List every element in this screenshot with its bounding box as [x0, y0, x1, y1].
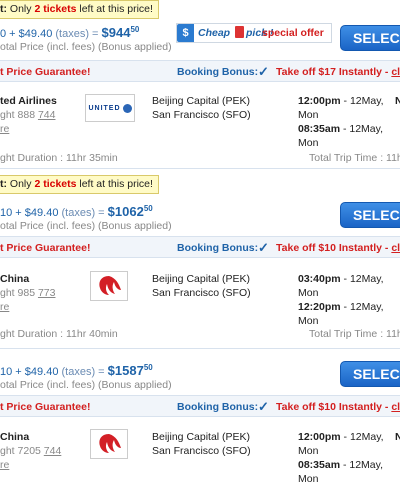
bonus-band: t Price Guarantee! Booking Bonus: ✓ Take…	[0, 395, 400, 417]
arrival-airport: San Francisco (SFO)	[152, 287, 251, 299]
divider	[0, 168, 400, 169]
seats-alert: t: Only 2 tickets left at this price!	[0, 0, 159, 19]
departure-day: Mon	[298, 287, 319, 299]
bonus-band: t Price Guarantee! Booking Bonus: ✓ Take…	[0, 60, 400, 82]
select-button[interactable]: SELEC	[340, 361, 400, 387]
cut-text: N	[395, 95, 400, 107]
seats-alert: t: Only 2 tickets left at this price!	[0, 175, 159, 194]
total-price: $944	[101, 25, 131, 40]
aircraft-link[interactable]: 773	[38, 287, 56, 299]
bonus-offer: Take off $10 Instantly - clic	[276, 242, 400, 254]
check-icon: ✓	[258, 64, 269, 79]
bonus-click-link[interactable]: clic	[391, 66, 400, 78]
departure-airport: Beijing Capital (PEK)	[152, 273, 251, 285]
flight-duration: ght Duration : 11hr 40min	[0, 328, 118, 340]
phoenix-icon	[99, 434, 121, 453]
aircraft-link[interactable]: 744	[44, 445, 62, 457]
select-button[interactable]: SELEC	[340, 25, 400, 51]
arrival-airport: San Francisco (SFO)	[152, 109, 251, 121]
airline-name: China	[0, 431, 30, 443]
price-sub: otal Price (incl. fees) (Bonus applied)	[0, 379, 172, 391]
arrival-day: Mon	[298, 473, 319, 484]
check-icon: ✓	[258, 240, 269, 255]
bonus-click-link[interactable]: clic	[391, 242, 400, 254]
departure-time: 12:00pm - 12May,	[298, 431, 384, 443]
flight-duration: ght Duration : 11hr 35min	[0, 152, 118, 164]
air-china-logo	[90, 429, 128, 459]
check-icon: ✓	[258, 399, 269, 414]
departure-airport: Beijing Capital (PEK)	[152, 95, 251, 107]
more-link[interactable]: re	[0, 123, 9, 135]
air-china-logo	[90, 271, 128, 301]
airline-name: China	[0, 273, 30, 285]
arrival-day: Mon	[298, 315, 319, 327]
booking-bonus-label: Booking Bonus:	[177, 401, 259, 413]
flight-number: ght 985 773	[0, 287, 56, 299]
shield-icon: $	[177, 24, 194, 42]
total-price: $1587	[107, 363, 144, 378]
booking-bonus-label: Booking Bonus:	[177, 242, 259, 254]
price-sub: otal Price (incl. fees) (Bonus applied)	[0, 41, 172, 53]
cheappick-badge[interactable]: $ Cheap pick ! special offer	[176, 23, 332, 43]
arrival-day: Mon	[298, 137, 319, 149]
airline-name: ted Airlines	[0, 95, 57, 107]
cut-text: N	[395, 431, 400, 443]
bonus-offer: Take off $17 Instantly - clic	[276, 66, 400, 78]
divider	[0, 348, 400, 349]
bonus-click-link[interactable]: clic	[391, 401, 400, 413]
booking-bonus-label: Booking Bonus:	[177, 66, 259, 78]
united-logo: UNITED	[85, 94, 135, 122]
price-line: 10 + $49.40 (taxes) = $106250	[0, 204, 153, 219]
bonus-band: t Price Guarantee! Booking Bonus: ✓ Take…	[0, 236, 400, 258]
total-trip-time: Total Trip Time : 11h	[309, 152, 400, 164]
arrival-time: 12:20pm - 12May,	[298, 301, 384, 313]
bonus-offer: Take off $10 Instantly - clic	[276, 401, 400, 413]
arrival-time: 08:35am - 12May,	[298, 123, 384, 135]
departure-airport: Beijing Capital (PEK)	[152, 431, 251, 443]
price-guarantee: t Price Guarantee!	[0, 66, 91, 78]
price-line: 0 + $49.40 (taxes) = $94450	[0, 25, 140, 40]
total-price: $1062	[107, 204, 144, 219]
more-link[interactable]: re	[0, 459, 9, 471]
price-sub: otal Price (incl. fees) (Bonus applied)	[0, 220, 172, 232]
departure-day: Mon	[298, 445, 319, 457]
flight-number: ght 7205 744	[0, 445, 62, 457]
more-link[interactable]: re	[0, 301, 9, 313]
select-button[interactable]: SELEC	[340, 202, 400, 228]
arrival-time: 08:35am - 12May,	[298, 459, 384, 471]
price-line: 10 + $49.40 (taxes) = $158750	[0, 363, 153, 378]
departure-time: 12:00pm - 12May,	[298, 95, 384, 107]
total-trip-time: Total Trip Time : 11h	[309, 328, 400, 340]
departure-day: Mon	[298, 109, 319, 121]
departure-time: 03:40pm - 12May,	[298, 273, 384, 285]
aircraft-link[interactable]: 744	[38, 109, 56, 121]
price-guarantee: t Price Guarantee!	[0, 401, 91, 413]
price-tag-icon	[235, 26, 244, 38]
arrival-airport: San Francisco (SFO)	[152, 445, 251, 457]
price-guarantee: t Price Guarantee!	[0, 242, 91, 254]
flight-number: ght 888 744	[0, 109, 56, 121]
phoenix-icon	[99, 276, 121, 295]
globe-icon	[122, 103, 132, 113]
